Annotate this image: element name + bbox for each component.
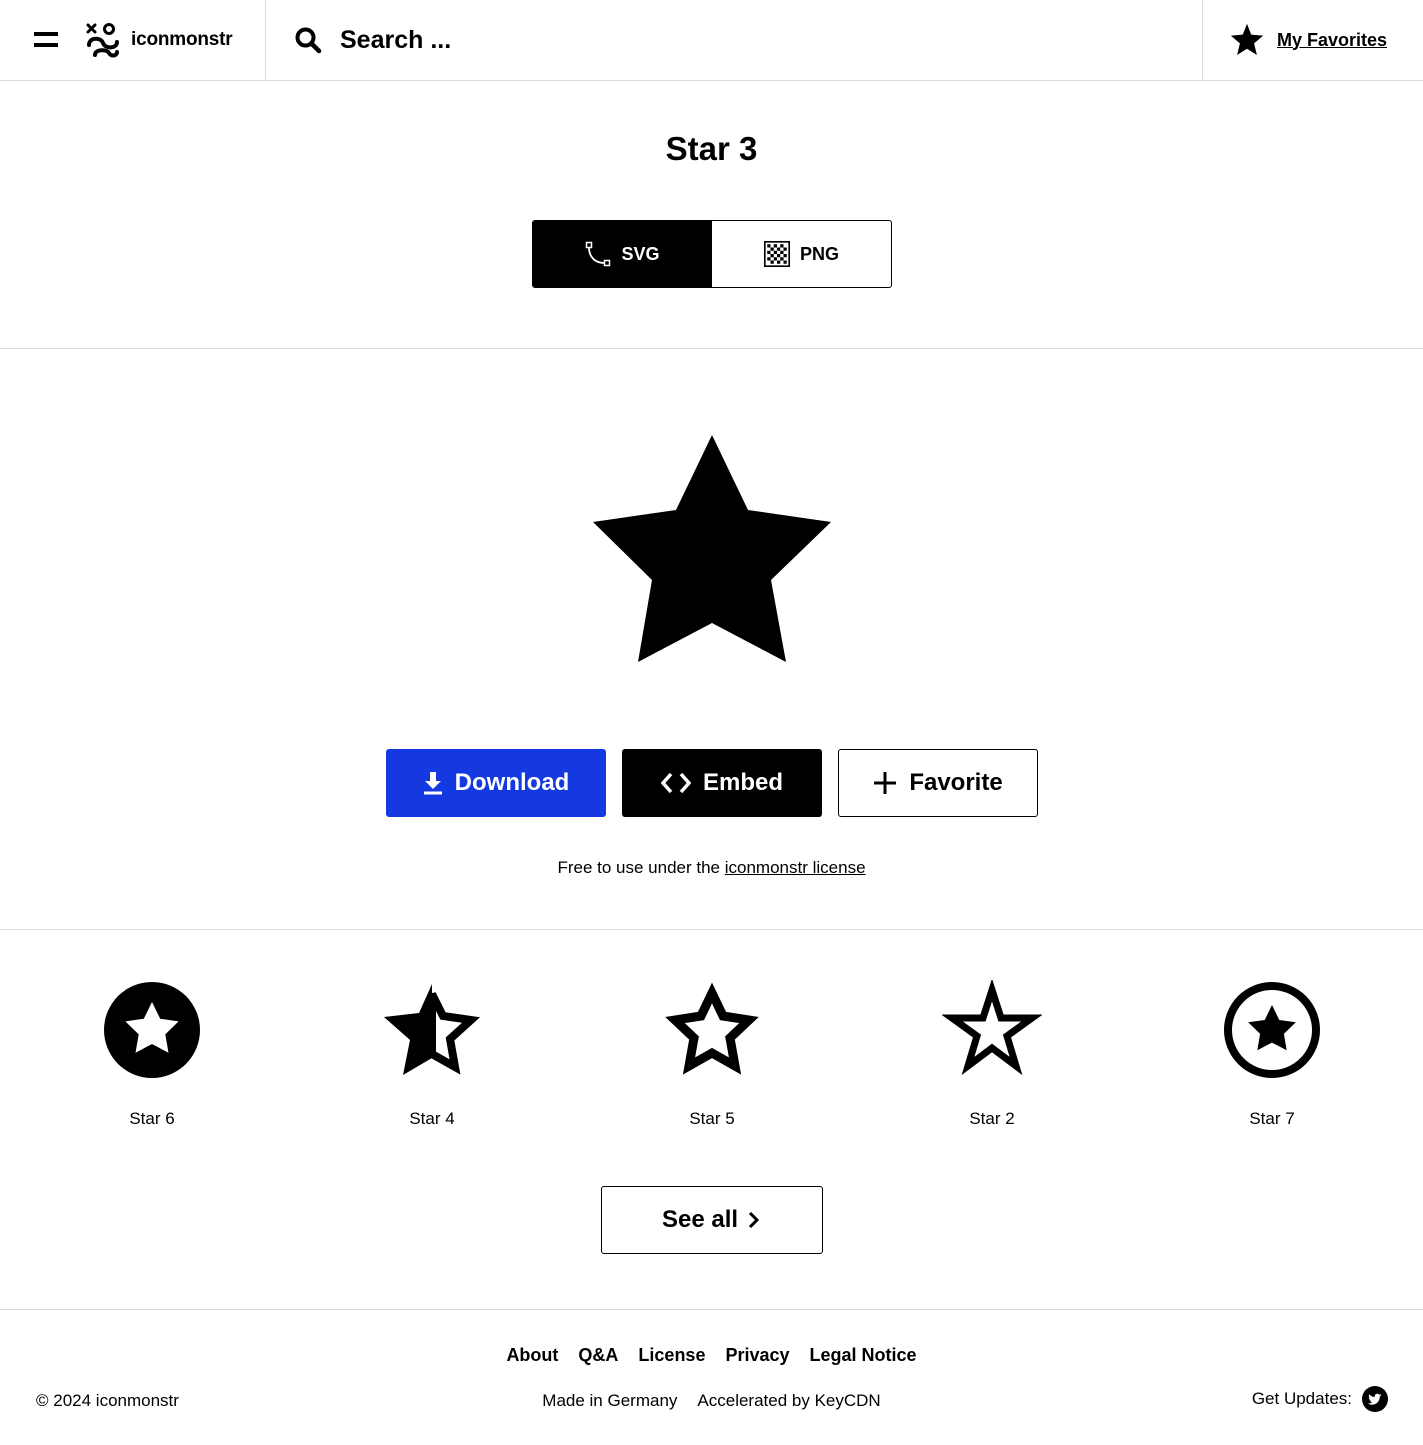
get-updates: Get Updates:: [1252, 1386, 1388, 1412]
logo-text: iconmonstr: [131, 29, 233, 50]
license-link[interactable]: iconmonstr license: [725, 858, 866, 877]
checkerboard-icon: [763, 241, 790, 267]
star-icon: [1230, 23, 1264, 56]
license-notice: Free to use under the iconmonstr license: [0, 858, 1423, 878]
related-icon-label: Star 7: [1249, 1109, 1295, 1128]
bezier-curve-icon: [586, 241, 611, 267]
footer-link-about[interactable]: About: [506, 1345, 558, 1366]
favorite-label: Favorite: [909, 769, 1003, 796]
half-star-icon: [384, 984, 481, 1075]
iconmonstr-logo-icon: [86, 23, 119, 58]
png-format-button[interactable]: PNG: [712, 221, 891, 287]
chevron-right-icon: [748, 1211, 760, 1229]
my-favorites-label: My Favorites: [1277, 29, 1388, 50]
footer-link-license[interactable]: License: [638, 1345, 705, 1366]
related-icon-star-5[interactable]: Star 5: [642, 980, 782, 1129]
embed-label: Embed: [702, 769, 783, 796]
related-icon-star-4[interactable]: Star 4: [362, 980, 502, 1129]
header-divider-left: [265, 0, 266, 80]
related-icon-star-2[interactable]: Star 2: [922, 980, 1062, 1129]
see-all-label: See all: [661, 1206, 739, 1233]
twitter-icon[interactable]: [1362, 1386, 1388, 1412]
footer-link-qa[interactable]: Q&A: [578, 1345, 618, 1366]
logo-link[interactable]: iconmonstr: [85, 20, 233, 60]
menu-icon[interactable]: [34, 30, 60, 50]
search-input[interactable]: [340, 20, 1180, 60]
see-all-button[interactable]: See all: [601, 1186, 823, 1254]
plus-icon: [874, 772, 897, 794]
header-divider-right: [1202, 0, 1203, 80]
star-in-filled-circle-icon: [104, 982, 200, 1078]
download-icon: [423, 772, 442, 795]
accelerated-by: Accelerated by KeyCDN: [697, 1391, 881, 1410]
section-divider: [0, 348, 1423, 349]
my-favorites-link[interactable]: My Favorites: [1230, 20, 1387, 60]
star-outline-icon: [665, 982, 759, 1075]
license-prefix: Free to use under the: [557, 858, 721, 877]
search-icon[interactable]: [294, 26, 322, 54]
footer-link-privacy[interactable]: Privacy: [725, 1345, 789, 1366]
format-toggle: SVG PNG: [532, 220, 892, 288]
download-button[interactable]: Download: [386, 749, 606, 817]
png-format-label: PNG: [799, 243, 839, 264]
download-label: Download: [454, 769, 570, 796]
footer-nav: About Q&A License Privacy Legal Notice: [0, 1345, 1423, 1366]
related-icon-label: Star 2: [969, 1109, 1015, 1128]
thin-star-outline-icon: [942, 980, 1042, 1076]
add-favorite-button[interactable]: Favorite: [838, 749, 1038, 817]
icon-title: Star 3: [665, 130, 758, 167]
site-header: iconmonstr My Favorites: [0, 0, 1423, 81]
related-icon-star-6[interactable]: Star 6: [82, 980, 222, 1129]
star-3-preview-icon: [593, 435, 831, 662]
section-divider: [0, 929, 1423, 930]
footer-credits: Made in Germany Accelerated by KeyCDN: [0, 1391, 1423, 1411]
svg-format-label: SVG: [621, 243, 660, 264]
embed-button[interactable]: Embed: [622, 749, 822, 817]
related-icon-label: Star 4: [409, 1109, 455, 1128]
related-icon-label: Star 5: [689, 1109, 735, 1128]
footer-divider: [0, 1309, 1423, 1310]
star-in-ring-icon: [1224, 982, 1320, 1078]
related-icon-label: Star 6: [129, 1109, 175, 1128]
footer-link-legal-notice[interactable]: Legal Notice: [810, 1345, 917, 1366]
svg-format-button[interactable]: SVG: [533, 221, 712, 287]
code-brackets-icon: [660, 772, 691, 794]
made-in-germany: Made in Germany: [542, 1391, 678, 1410]
get-updates-label: Get Updates:: [1251, 1389, 1352, 1408]
related-icon-star-7[interactable]: Star 7: [1202, 980, 1342, 1129]
